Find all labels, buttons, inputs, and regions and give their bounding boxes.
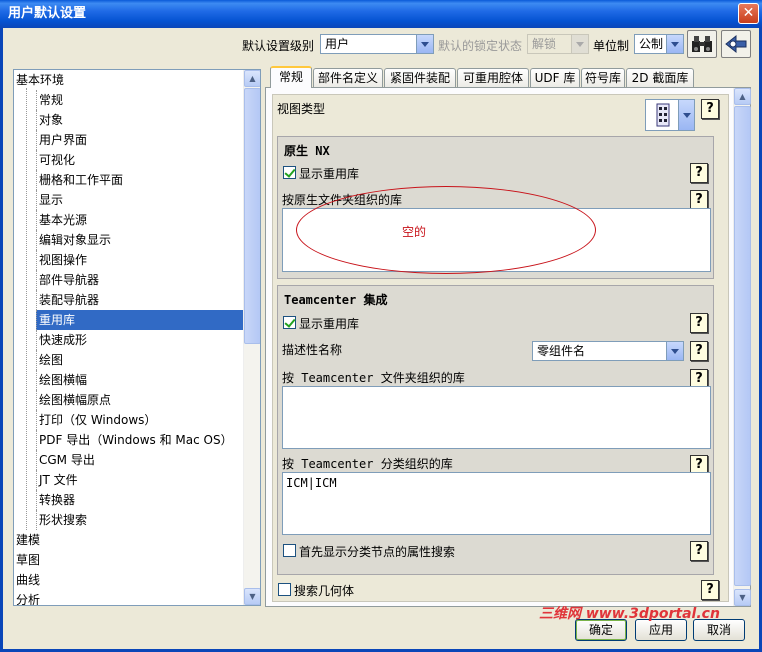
tc-folder-library-list[interactable] [282, 386, 711, 449]
attr-search-label: 首先显示分类节点的属性搜索 [299, 545, 456, 559]
class-library-entry[interactable]: ICM|ICM [286, 476, 337, 490]
level-value: 用户 [325, 37, 350, 51]
tree-item[interactable]: 装配导航器 [36, 290, 244, 310]
tree-item-root[interactable]: 基本环境 [16, 70, 64, 90]
tab-general[interactable]: 常规 [270, 66, 312, 88]
tab-panel: 视图类型 ? 原生 NX 显示重用库 ? 按原生文件夹组织的库 ? 空的 Tea… [265, 87, 751, 607]
tree-item[interactable]: 基本光源 [36, 210, 244, 230]
lock-value: 解锁 [532, 37, 557, 51]
chevron-down-icon[interactable] [678, 100, 694, 130]
tree-item[interactable]: 重用库 [36, 310, 244, 330]
tree-item[interactable]: 部件导航器 [36, 270, 244, 290]
view-type-label: 视图类型 [277, 102, 326, 116]
tree-item[interactable]: 快速成形 [36, 330, 244, 350]
search-geometry-checkbox[interactable] [278, 583, 291, 596]
tab-fastener[interactable]: 紧固件装配 [384, 68, 456, 87]
level-label: 默认设置级别 [242, 39, 315, 53]
help-icon[interactable]: ? [690, 541, 708, 561]
tree-item-root[interactable]: 草图 [16, 550, 40, 570]
view-type-icon [656, 103, 670, 127]
tree-item[interactable]: 编辑对象显示 [36, 230, 244, 250]
window-title: 用户默认设置 [8, 6, 87, 21]
help-icon[interactable]: ? [690, 313, 708, 333]
dialog-body: 默认设置级别 用户 默认的锁定状态 解锁 单位制 公制 基本环境 常规 对象 用户界… [0, 28, 762, 652]
tree-item[interactable]: 显示 [36, 190, 244, 210]
settings-manager-icon[interactable] [721, 30, 751, 58]
reuse-library-settings: 视图类型 ? 原生 NX 显示重用库 ? 按原生文件夹组织的库 ? 空的 Tea… [272, 94, 729, 602]
section-title: Teamcenter 集成 [284, 293, 388, 307]
tc-folder-library-label: 按 Teamcenter 文件夹组织的库 [282, 371, 465, 385]
scroll-thumb[interactable] [734, 106, 751, 586]
view-type-select[interactable] [645, 99, 695, 131]
help-icon[interactable]: ? [690, 163, 708, 183]
tree-item[interactable]: 转换器 [36, 490, 244, 510]
unit-select[interactable]: 公制 [634, 34, 684, 54]
tree-item[interactable]: JT 文件 [36, 470, 244, 490]
unit-value: 公制 [639, 37, 664, 51]
tree-item-root[interactable]: 建模 [16, 530, 40, 550]
tree-item-root[interactable]: 曲线 [16, 570, 40, 590]
tab-udf[interactable]: UDF 库 [530, 68, 580, 87]
show-library-label: 显示重用库 [299, 167, 360, 181]
lock-label: 默认的锁定状态 [438, 39, 523, 53]
scroll-up-icon[interactable]: ▲ [244, 70, 260, 87]
close-button[interactable]: ✕ [738, 3, 759, 24]
scroll-down-icon[interactable]: ▼ [244, 588, 260, 605]
help-icon[interactable]: ? [690, 341, 708, 361]
settings-tree[interactable]: 基本环境 常规 对象 用户界面 可视化 栅格和工作平面 显示 基本光源 编辑对象显示 视图操作部… [13, 69, 261, 606]
teamcenter-section: Teamcenter 集成 显示重用库 ? 描述性名称 零组件名 ? 按 Tea… [277, 285, 714, 575]
attr-search-checkbox[interactable] [283, 544, 296, 557]
show-library-checkbox[interactable] [283, 166, 296, 179]
scroll-down-icon[interactable]: ▼ [734, 589, 751, 606]
tree-item[interactable]: 绘图 [36, 350, 244, 370]
settings-toolbar: 默认设置级别 用户 默认的锁定状态 解锁 单位制 公制 [3, 30, 759, 58]
tree-item[interactable]: CGM 导出 [36, 450, 244, 470]
tree-item[interactable]: 视图操作 [36, 250, 244, 270]
lock-select: 解锁 [527, 34, 589, 54]
watermark-text: 三维网 www.3dportal.cn [539, 606, 720, 622]
title-bar: 用户默认设置 ✕ [0, 0, 762, 28]
tree-item[interactable]: 形状搜索 [36, 510, 244, 530]
level-select[interactable]: 用户 [320, 34, 434, 54]
chevron-down-icon[interactable] [666, 35, 683, 53]
tree-item[interactable]: 常规 [36, 90, 244, 110]
tree-item[interactable]: PDF 导出（Windows 和 Mac OS） [36, 430, 244, 450]
chevron-down-icon[interactable] [666, 342, 683, 360]
tree-item[interactable]: 对象 [36, 110, 244, 130]
chevron-down-icon[interactable] [416, 35, 433, 53]
tree-guide [26, 88, 27, 530]
binoculars-icon[interactable] [687, 30, 717, 58]
tree-item[interactable]: 用户界面 [36, 130, 244, 150]
help-icon[interactable]: ? [701, 580, 719, 600]
tc-class-library-label: 按 Teamcenter 分类组织的库 [282, 457, 453, 471]
unit-label: 单位制 [593, 39, 630, 53]
section-title: 原生 NX [284, 144, 330, 158]
desc-name-label: 描述性名称 [282, 343, 343, 357]
annotation-ellipse [296, 186, 596, 274]
desc-name-value: 零组件名 [537, 344, 586, 358]
tab-reusable-pocket[interactable]: 可重用腔体 [457, 68, 529, 87]
chevron-down-icon [571, 35, 588, 53]
help-icon[interactable]: ? [690, 190, 708, 210]
tree-item[interactable]: 打印（仅 Windows） [36, 410, 244, 430]
panel-scrollbar[interactable]: ▲ ▼ [733, 88, 751, 606]
tab-part-name[interactable]: 部件名定义 [313, 68, 383, 87]
tree-item[interactable]: 栅格和工作平面 [36, 170, 244, 190]
tree-item-root[interactable]: 分析 [16, 590, 40, 605]
help-icon[interactable]: ? [701, 99, 719, 119]
tree-item[interactable]: 绘图横幅原点 [36, 390, 244, 410]
tab-2d-section[interactable]: 2D 截面库 [626, 68, 694, 87]
desc-name-select[interactable]: 零组件名 [532, 341, 684, 361]
scroll-thumb[interactable] [244, 88, 260, 344]
native-nx-section: 原生 NX 显示重用库 ? 按原生文件夹组织的库 ? 空的 [277, 136, 714, 279]
tc-class-library-list[interactable]: ICM|ICM [282, 472, 711, 535]
tc-show-library-checkbox[interactable] [283, 316, 296, 329]
tc-show-library-label: 显示重用库 [299, 317, 360, 331]
tree-item[interactable]: 可视化 [36, 150, 244, 170]
tree-item[interactable]: 绘图横幅 [36, 370, 244, 390]
tab-symbol[interactable]: 符号库 [581, 68, 625, 87]
scroll-up-icon[interactable]: ▲ [734, 88, 751, 105]
tree-scrollbar[interactable]: ▲ ▼ [243, 70, 260, 605]
search-geometry-label: 搜索几何体 [294, 584, 355, 598]
